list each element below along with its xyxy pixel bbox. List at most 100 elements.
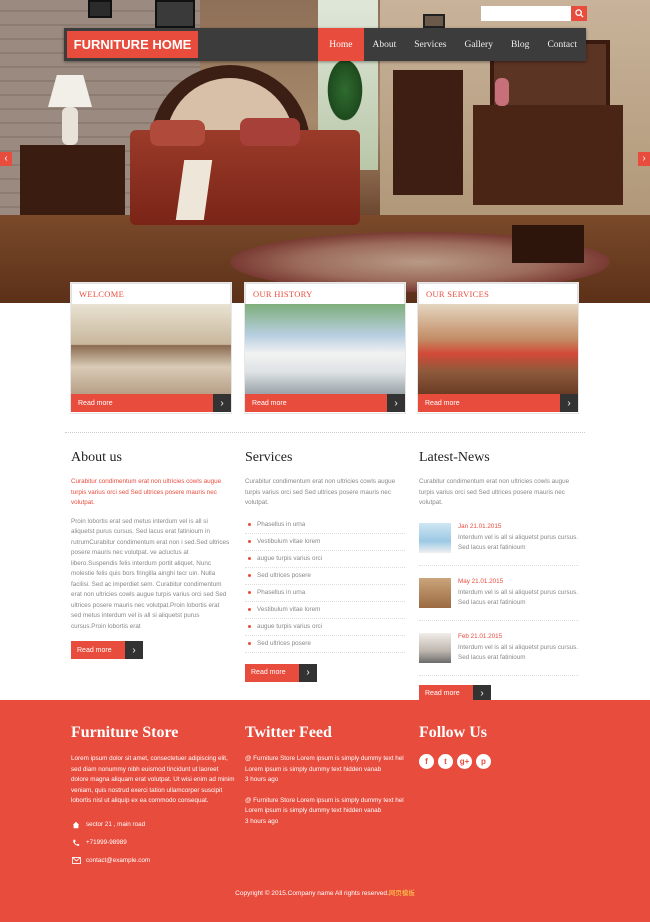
services-item-label: Phasellus in urna <box>257 521 306 528</box>
contact-phone: +71999-98989 <box>71 839 236 847</box>
chevron-right-icon: › <box>299 663 317 682</box>
search-form <box>481 6 587 21</box>
services-list-item[interactable]: Vestibulum vitae lorem <box>245 602 405 619</box>
news-date: May 21.01.2015 <box>458 577 504 585</box>
services-lead: Curabitur condimentum erat non ultricies… <box>245 478 396 506</box>
read-more-label: Read more <box>251 669 286 676</box>
copyright-link[interactable]: 网页模板 <box>389 890 415 897</box>
plant <box>325 55 365 125</box>
search-button[interactable] <box>571 6 587 21</box>
services-section: Services Curabitur condimentum erat non … <box>245 450 405 682</box>
bullet-icon <box>248 591 251 594</box>
services-list: Phasellus in urna Vestibulum vitae lorem… <box>245 517 405 653</box>
feature-read-more-button[interactable]: Read more › <box>418 394 578 412</box>
services-item-label: augue turpis varius orci <box>257 623 323 630</box>
feature-welcome: WELCOME Read more › <box>71 283 231 413</box>
news-section: Latest-News Curabitur condimentum erat n… <box>419 450 579 703</box>
chevron-right-icon: › <box>213 394 231 412</box>
feature-image-living-room <box>71 304 231 394</box>
bullet-icon <box>248 557 251 560</box>
slider-prev-button[interactable]: ‹ <box>0 152 12 166</box>
about-lead: Curabitur condimentum erat non ultricies… <box>71 478 222 506</box>
bullet-icon <box>248 574 251 577</box>
copyright: Copyright © 2015.Company name All rights… <box>0 887 650 897</box>
footer-store-heading: Furniture Store <box>71 724 179 741</box>
services-list-item[interactable]: Phasellus in urna <box>245 517 405 534</box>
read-more-label: Read more <box>252 399 287 407</box>
facebook-icon[interactable]: f <box>419 754 434 769</box>
nav-services[interactable]: Services <box>405 28 455 61</box>
search-input[interactable] <box>481 6 571 21</box>
pinterest-icon[interactable]: p <box>476 754 491 769</box>
bullet-icon <box>248 523 251 526</box>
copyright-text: Copyright © 2015.Company name All rights… <box>235 890 389 897</box>
services-item-label: Vestibulum vitae lorem <box>257 538 321 545</box>
tall-dresser <box>393 70 463 195</box>
twitter-icon[interactable]: t <box>438 754 453 769</box>
services-read-more-button[interactable]: Read more › <box>245 663 317 682</box>
tweet: @ Furniture Store Lorem ipsum is simply … <box>245 754 410 786</box>
home-icon <box>71 821 81 829</box>
news-item[interactable]: Feb 21.01.2015 Interdum vel is all si al… <box>419 627 579 676</box>
nav-gallery[interactable]: Gallery <box>455 28 502 61</box>
chevron-right-icon: › <box>387 394 405 412</box>
services-list-item[interactable]: augue turpis varius orci <box>245 619 405 636</box>
feature-title: OUR SERVICES <box>418 283 578 304</box>
nav-home[interactable]: Home <box>318 28 364 61</box>
feature-image-kitchen <box>418 304 578 394</box>
nav-contact[interactable]: Contact <box>538 28 586 61</box>
services-list-item[interactable]: Sed ultrices posere <box>245 636 405 653</box>
nav-blog[interactable]: Blog <box>502 28 538 61</box>
services-item-label: Sed ultrices posere <box>257 572 311 579</box>
tweet: @ Furniture Store Lorem ipsum is simply … <box>245 796 410 828</box>
feature-our-services: OUR SERVICES Read more › <box>418 283 578 413</box>
phone-icon <box>71 839 81 847</box>
chevron-right-icon: › <box>125 641 143 659</box>
social-links: f t g+ p <box>419 754 584 769</box>
read-more-label: Read more <box>425 399 460 407</box>
nav-about[interactable]: About <box>364 28 406 61</box>
contact-address: sector 21 , main road <box>71 821 236 829</box>
services-list-item[interactable]: augue turpis varius orci <box>245 551 405 568</box>
search-icon <box>574 9 584 18</box>
feature-image-patio <box>245 304 405 394</box>
feature-read-more-button[interactable]: Read more › <box>71 394 231 412</box>
lamp-base <box>62 107 78 145</box>
services-list-item[interactable]: Phasellus in urna <box>245 585 405 602</box>
google-plus-icon[interactable]: g+ <box>457 754 472 769</box>
services-list-item[interactable]: Vestibulum vitae lorem <box>245 534 405 551</box>
mail-icon <box>71 857 81 865</box>
phone-text: +71999-98989 <box>86 839 127 846</box>
address-text: sector 21 , main road <box>86 821 146 828</box>
about-heading: About us <box>71 450 122 465</box>
news-item[interactable]: May 21.01.2015 Interdum vel is all si al… <box>419 572 579 621</box>
footer-twitter: Twitter Feed @ Furniture Store Lorem ips… <box>245 724 410 837</box>
news-text: Interdum vel is all si aliquetst purus c… <box>458 643 579 661</box>
services-heading: Services <box>245 450 293 465</box>
services-item-label: Sed ultrices posere <box>257 640 311 647</box>
news-date: Jan 21.01.2015 <box>458 522 502 530</box>
news-item[interactable]: Jan 21.01.2015 Interdum vel is all si al… <box>419 517 579 566</box>
about-read-more-button[interactable]: Read more › <box>71 641 143 659</box>
read-more-label: Read more <box>77 646 112 654</box>
feature-read-more-button[interactable]: Read more › <box>245 394 405 412</box>
picture-frame <box>88 0 112 18</box>
pillow <box>240 118 300 146</box>
about-section: About us Curabitur condimentum erat non … <box>71 450 231 659</box>
picture-frame <box>423 14 445 28</box>
news-heading: Latest-News <box>419 450 490 465</box>
footer-follow-heading: Follow Us <box>419 724 487 741</box>
bullet-icon <box>248 642 251 645</box>
services-list-item[interactable]: Sed ultrices posere <box>245 568 405 585</box>
feature-title: WELCOME <box>71 283 231 304</box>
slider-next-button[interactable]: › <box>638 152 650 166</box>
nightstand <box>20 145 125 215</box>
footer: Furniture Store Lorem ipsum dolor sit am… <box>0 700 650 922</box>
email-text: contact@example.com <box>86 857 151 864</box>
pillow <box>150 120 205 146</box>
contact-email[interactable]: contact@example.com <box>71 857 236 865</box>
main-nav: Home About Services Gallery Blog Contact <box>318 28 586 61</box>
footer-follow: Follow Us f t g+ p <box>419 724 584 769</box>
footer-twitter-heading: Twitter Feed <box>245 724 332 741</box>
site-logo[interactable]: FURNITURE HOME <box>65 29 200 60</box>
